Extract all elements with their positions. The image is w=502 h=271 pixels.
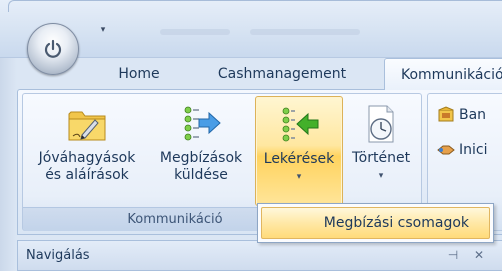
window-frame: [8, 0, 502, 12]
bank-button[interactable]: Ban: [437, 104, 486, 126]
tab-kommunikacio[interactable]: Kommunikáció: [384, 58, 502, 90]
tab-home[interactable]: Home: [103, 60, 175, 88]
blurred-title-region: [160, 29, 230, 35]
bank-icon: [438, 106, 454, 122]
tab-cashmanagement[interactable]: Cashmanagement: [196, 60, 368, 88]
send-orders-label-line2: küldése: [174, 167, 228, 183]
initiate-label: Inici: [459, 142, 488, 158]
folder-pen-icon: [68, 111, 106, 141]
chevron-down-icon: ▾: [378, 171, 384, 181]
power-icon: [44, 39, 62, 58]
send-list-icon: [184, 106, 221, 141]
navigation-pane-header: Navigálás: [17, 240, 502, 271]
navigation-title: Navigálás: [26, 248, 90, 263]
quick-access-dropdown[interactable]: ▾: [96, 23, 110, 37]
requests-dropdown-menu: Megbízási csomagok: [257, 203, 494, 243]
chevron-down-icon: ▾: [296, 172, 302, 182]
menu-item-order-packages[interactable]: Megbízási csomagok: [261, 207, 490, 239]
requests-label: Lekérések: [263, 151, 335, 167]
blurred-title-region: [250, 29, 360, 35]
history-clock-icon: [368, 105, 394, 143]
menu-item-label: Megbízási csomagok: [323, 215, 469, 231]
bank-label: Ban: [459, 107, 487, 123]
send-orders-label-line1: Megbízások: [159, 150, 243, 166]
requests-button[interactable]: Lekérések ▾: [255, 96, 343, 206]
handshake-icon: [437, 145, 455, 155]
approvals-label-line2: és aláírások: [45, 167, 129, 183]
approvals-label-line1: Jóváhagyások: [38, 150, 136, 166]
history-label: Történet: [351, 150, 411, 166]
receive-list-icon: [282, 107, 319, 142]
history-button[interactable]: Történet ▾: [345, 96, 417, 206]
close-icon[interactable]: ✕: [472, 248, 486, 262]
approvals-button[interactable]: Jóváhagyások és aláírások: [28, 96, 146, 206]
send-orders-button[interactable]: Megbízások küldése: [150, 96, 252, 206]
application-button[interactable]: [27, 23, 79, 75]
pin-icon[interactable]: ⊣: [446, 248, 460, 262]
initiate-button[interactable]: Inici: [437, 139, 487, 161]
window-left-edge: [0, 58, 17, 271]
